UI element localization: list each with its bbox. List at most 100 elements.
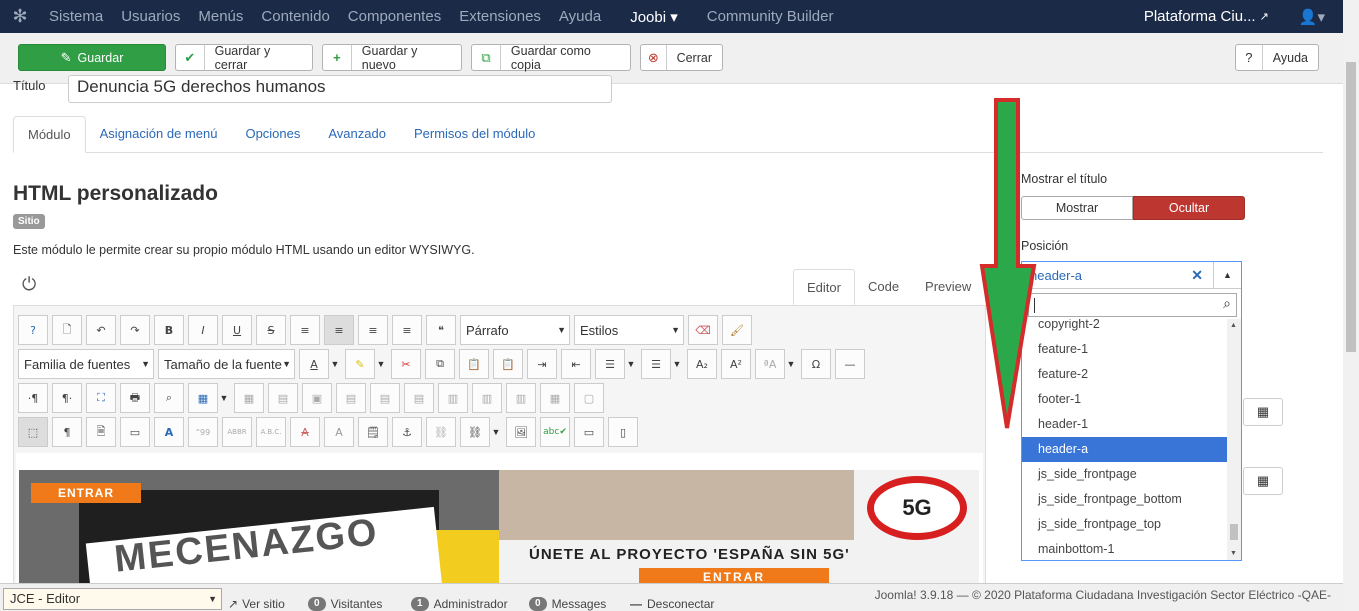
position-option[interactable]: js_side_frontpage_bottom <box>1022 487 1241 512</box>
ordered-list-icon[interactable]: ☰ <box>595 349 625 379</box>
scroll-up-icon[interactable]: ▲ <box>1230 322 1237 329</box>
caret-down-icon[interactable]: ▼ <box>785 349 797 379</box>
highlight-icon[interactable]: ✎ <box>345 349 375 379</box>
ltr-icon[interactable]: ·¶ <box>18 383 48 413</box>
power-toggle-icon[interactable]: ⏻ <box>22 274 36 295</box>
attributes-icon[interactable]: 🗒 <box>358 417 388 447</box>
abbr-icon[interactable]: ABBR <box>222 417 252 447</box>
font-family-select[interactable]: Familia de fuentes ▼ <box>18 349 154 379</box>
position-option[interactable]: feature-1 <box>1022 337 1241 362</box>
delete-row-icon[interactable]: ▤ <box>404 383 434 413</box>
scroll-down-icon[interactable]: ▼ <box>1230 550 1237 557</box>
styles-select[interactable]: Estilos ▼ <box>574 315 684 345</box>
search-replace-icon[interactable]: ⌕ <box>154 383 184 413</box>
position-option[interactable]: copyright-2 <box>1022 319 1241 337</box>
horizontal-rule-icon[interactable]: — <box>835 349 865 379</box>
save-new-button[interactable]: + Guardar y nuevo <box>322 44 462 72</box>
menu-item-menus[interactable]: Menús <box>189 8 252 25</box>
calendar-icon[interactable]: ▦ <box>1243 467 1283 495</box>
format-select[interactable]: Párrafo ▼ <box>460 315 570 345</box>
delete-col-icon[interactable]: ▥ <box>506 383 536 413</box>
tab-modulo[interactable]: Módulo <box>13 116 86 153</box>
align-right-icon[interactable]: ≡ <box>392 315 422 345</box>
insert-col-before-icon[interactable]: ▥ <box>438 383 468 413</box>
special-char-icon[interactable]: Ω <box>801 349 831 379</box>
caret-down-icon[interactable]: ▼ <box>329 349 341 379</box>
menu-item-componentes[interactable]: Componentes <box>339 8 450 25</box>
position-search-input[interactable]: ⌕ <box>1028 293 1237 317</box>
strikethrough-icon[interactable]: S <box>256 315 286 345</box>
insert-text-icon[interactable]: A <box>324 417 354 447</box>
caret-down-icon[interactable]: ▼ <box>375 349 387 379</box>
position-option-selected[interactable]: header-a <box>1022 437 1241 462</box>
link-icon[interactable]: ⛓ <box>460 417 490 447</box>
merge-cells-icon[interactable]: ▢ <box>574 383 604 413</box>
font-size-select[interactable]: Tamaño de la fuente ▼ <box>158 349 295 379</box>
spellcheck-icon[interactable]: abc✔ <box>540 417 570 447</box>
menu-item-joobi[interactable]: Joobi ▾ <box>610 8 698 26</box>
bold-icon[interactable]: B <box>154 315 184 345</box>
style-icon[interactable]: A <box>154 417 184 447</box>
unlink-icon[interactable]: ⛓ <box>426 417 456 447</box>
tab-avanzado[interactable]: Avanzado <box>314 116 400 153</box>
position-option[interactable]: js_side_frontpage <box>1022 462 1241 487</box>
page-scroll-thumb[interactable] <box>1346 62 1356 352</box>
tab-asignacion-menu[interactable]: Asignación de menú <box>86 116 232 153</box>
caret-down-icon[interactable]: ▼ <box>625 349 637 379</box>
article-icon[interactable]: ▯ <box>608 417 638 447</box>
menu-item-usuarios[interactable]: Usuarios <box>112 8 189 25</box>
blockquote-icon[interactable]: ❝ <box>426 315 456 345</box>
menu-item-extensiones[interactable]: Extensiones <box>450 8 550 25</box>
delete-table-icon[interactable]: ▦ <box>234 383 264 413</box>
options-scrollbar[interactable]: ▲ ▼ <box>1227 319 1241 560</box>
clear-icon[interactable]: ✕ <box>1191 267 1203 284</box>
align-center-icon[interactable]: ≡ <box>324 315 354 345</box>
redo-icon[interactable]: ↷ <box>120 315 150 345</box>
menu-item-sistema[interactable]: Sistema <box>40 8 112 25</box>
editor-content[interactable]: ENTRAR MECENAZGO 5G ÚNETE AL PROYECTO 'E… <box>16 453 983 593</box>
subscript-icon[interactable]: A₂ <box>687 349 717 379</box>
anchor-icon[interactable]: ⚓ <box>392 417 422 447</box>
save-close-button[interactable]: ✔ Guardar y cerrar <box>175 44 313 72</box>
editor-switch-select[interactable]: JCE - Editor ▼ <box>3 588 222 610</box>
tab-permisos[interactable]: Permisos del módulo <box>400 116 549 153</box>
show-title-hide-button[interactable]: Ocultar <box>1133 196 1245 220</box>
rtl-icon[interactable]: ¶· <box>52 383 82 413</box>
position-select[interactable]: header-a ✕ ▲ ⌕ copyright-2 feature-1 fea… <box>1021 261 1242 561</box>
cut-icon[interactable]: ✂ <box>391 349 421 379</box>
caret-down-icon[interactable]: ▼ <box>490 417 502 447</box>
acronym-icon[interactable]: A.B.C. <box>256 417 286 447</box>
admin-indicator[interactable]: 1 Administrador <box>411 597 508 611</box>
menu-item-ayuda[interactable]: Ayuda <box>550 8 610 25</box>
position-option[interactable]: footer-1 <box>1022 387 1241 412</box>
delete-text-icon[interactable]: A <box>290 417 320 447</box>
table-icon[interactable]: ▦ <box>188 383 218 413</box>
tab-code[interactable]: Code <box>855 269 912 305</box>
page-scrollbar[interactable] <box>1343 0 1359 611</box>
visual-aid-icon[interactable]: ⬚ <box>18 417 48 447</box>
tab-preview[interactable]: Preview <box>912 269 984 305</box>
position-option[interactable]: header-1 <box>1022 412 1241 437</box>
logout-link[interactable]: — Desconectar <box>630 597 714 611</box>
caret-up-icon[interactable]: ▲ <box>1213 262 1241 288</box>
align-left-icon[interactable]: ≡ <box>358 315 388 345</box>
messages-indicator[interactable]: 0 Messages <box>529 597 606 611</box>
template-icon[interactable]: ▭ <box>120 417 150 447</box>
insert-row-after-icon[interactable]: ▤ <box>370 383 400 413</box>
tab-opciones[interactable]: Opciones <box>231 116 314 153</box>
copy-icon[interactable]: ⧉ <box>425 349 455 379</box>
undo-icon[interactable]: ↶ <box>86 315 116 345</box>
preview-doc-icon[interactable]: 🗎 <box>86 417 116 447</box>
insert-col-after-icon[interactable]: ▥ <box>472 383 502 413</box>
calendar-icon[interactable]: ▦ <box>1243 398 1283 426</box>
brush-icon[interactable]: 🖌 <box>722 315 752 345</box>
image-icon[interactable]: 🖼 <box>506 417 536 447</box>
tab-editor[interactable]: Editor <box>793 269 855 305</box>
view-site-link[interactable]: ↗ Ver sitio <box>228 597 285 611</box>
quote-icon[interactable]: “99 <box>188 417 218 447</box>
unordered-list-icon[interactable]: ☰ <box>641 349 671 379</box>
help-button[interactable]: ? Ayuda <box>1235 44 1319 71</box>
print-icon[interactable]: 🖶 <box>120 383 150 413</box>
menu-item-contenido[interactable]: Contenido <box>252 8 338 25</box>
position-select-head[interactable]: header-a ✕ ▲ <box>1022 262 1241 289</box>
